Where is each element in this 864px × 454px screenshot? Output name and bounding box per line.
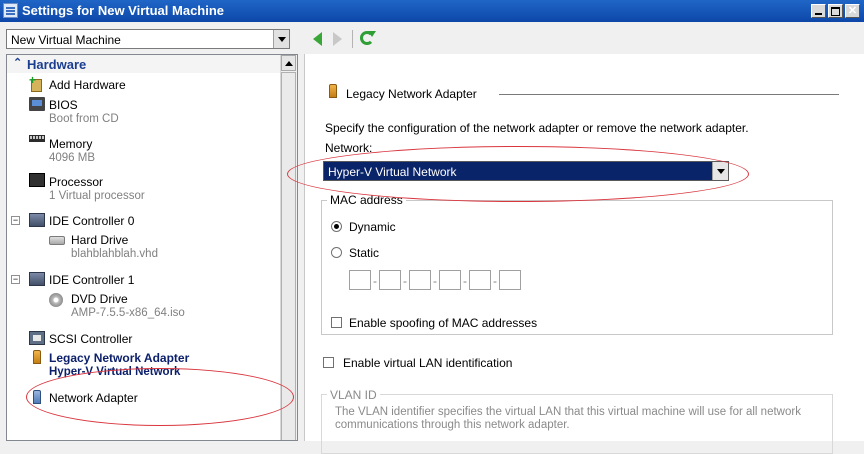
tree-item-label: Hard Drive	[71, 233, 129, 247]
tree-item-scsi-controller[interactable]: SCSI Controller	[49, 332, 132, 346]
mac-static-radio[interactable]	[331, 247, 342, 258]
tree-item-label: Legacy Network Adapter	[49, 351, 190, 365]
collapse-ide1-icon[interactable]: −	[11, 275, 20, 284]
collapse-ide0-icon[interactable]: −	[11, 216, 20, 225]
close-button[interactable]: ✕	[845, 4, 860, 18]
scroll-up-button[interactable]	[281, 55, 296, 71]
memory-icon	[29, 135, 45, 142]
window-controls: ✕	[811, 4, 860, 18]
tree-item-label: IDE Controller 1	[49, 273, 135, 287]
vlan-id-group-title: VLAN ID	[327, 388, 380, 402]
forward-arrow-icon[interactable]	[333, 32, 342, 46]
mac-static-label: Static	[349, 246, 380, 260]
mac-separator: -	[403, 274, 407, 288]
mac-octet-3-input[interactable]	[409, 270, 431, 290]
mac-spoofing-label: Enable spoofing of MAC addresses	[349, 316, 538, 330]
tree-item-label: Memory	[49, 137, 93, 151]
toolbar-separator	[352, 30, 353, 48]
scsi-controller-icon	[29, 331, 45, 345]
tree-item-label: IDE Controller 0	[49, 214, 135, 228]
hardware-section-header[interactable]: ⌃ Hardware	[7, 55, 281, 73]
tree-item-dvd-drive[interactable]: DVD Drive AMP-7.5.5-x86_64.iso	[71, 292, 185, 319]
add-hardware-icon	[29, 73, 45, 92]
tree-item-sublabel: Boot from CD	[49, 113, 119, 125]
vlan-enable-label: Enable virtual LAN identification	[343, 356, 513, 370]
minimize-button[interactable]	[811, 4, 826, 18]
mac-dynamic-radio[interactable]	[331, 221, 342, 232]
vlan-enable-checkbox[interactable]	[323, 357, 334, 368]
mac-octet-2-input[interactable]	[379, 270, 401, 290]
processor-icon	[29, 173, 45, 187]
mac-spoofing-checkbox[interactable]	[331, 317, 342, 328]
tree-item-sublabel: AMP-7.5.5-x86_64.iso	[71, 307, 185, 319]
maximize-button[interactable]	[828, 4, 843, 18]
tree-item-sublabel: 1 Virtual processor	[49, 190, 145, 202]
refresh-icon[interactable]	[360, 31, 376, 45]
tree-item-label: BIOS	[49, 98, 78, 112]
tree-item-bios[interactable]: BIOS Boot from CD	[49, 98, 119, 125]
tree-item-add-hardware[interactable]: Add Hardware	[49, 78, 126, 92]
section-title: Legacy Network Adapter	[346, 87, 477, 101]
mac-octet-5-input[interactable]	[469, 270, 491, 290]
legacy-network-adapter-icon	[329, 84, 337, 98]
tree-item-processor[interactable]: Processor 1 Virtual processor	[49, 175, 145, 202]
window-title-bar[interactable]: Settings for New Virtual Machine ✕	[0, 0, 864, 22]
tree-item-label: Add Hardware	[49, 78, 126, 92]
tree-item-sublabel: 4096 MB	[49, 152, 96, 164]
tree-item-ide-controller-0[interactable]: IDE Controller 0	[49, 214, 134, 228]
settings-app-icon	[3, 3, 18, 18]
bios-icon	[29, 97, 45, 111]
settings-panel: Legacy Network Adapter Specify the confi…	[304, 54, 864, 454]
mac-dynamic-label: Dynamic	[349, 220, 396, 234]
back-arrow-icon[interactable]	[313, 32, 322, 46]
tree-item-label: DVD Drive	[71, 292, 128, 306]
tree-item-label: Processor	[49, 175, 104, 189]
tree-item-hard-drive[interactable]: Hard Drive blahblahblah.vhd	[71, 233, 158, 260]
dvd-drive-icon	[49, 293, 63, 307]
ide-controller-icon	[29, 213, 45, 227]
tree-item-sublabel: blahblahblah.vhd	[71, 248, 158, 260]
tree-item-memory[interactable]: Memory 4096 MB	[49, 137, 95, 164]
hardware-label: Hardware	[27, 57, 87, 72]
ide-controller-icon	[29, 272, 45, 286]
vlan-description: The VLAN identifier specifies the virtua…	[335, 406, 801, 431]
tree-item-ide-controller-1[interactable]: IDE Controller 1	[49, 273, 134, 287]
annotation-ellipse-legacy-adapter	[26, 368, 294, 426]
mac-separator: -	[433, 274, 437, 288]
section-description: Specify the configuration of the network…	[325, 121, 749, 135]
chevron-down-icon[interactable]	[273, 30, 289, 48]
tree-item-label: SCSI Controller	[49, 332, 133, 346]
mac-octet-6-input[interactable]	[499, 270, 521, 290]
mac-separator: -	[493, 274, 497, 288]
vm-selector-dropdown[interactable]: New Virtual Machine	[6, 29, 290, 49]
legacy-network-adapter-icon	[33, 350, 41, 364]
mac-separator: -	[373, 274, 377, 288]
hard-drive-icon	[49, 236, 65, 245]
mac-separator: -	[463, 274, 467, 288]
annotation-ellipse-network	[287, 146, 749, 202]
vm-selector-value: New Virtual Machine	[11, 33, 121, 47]
mac-octet-4-input[interactable]	[439, 270, 461, 290]
tree-scrollbar[interactable]	[280, 55, 297, 440]
mac-octet-1-input[interactable]	[349, 270, 371, 290]
mac-address-group	[321, 200, 833, 335]
window-title: Settings for New Virtual Machine	[22, 3, 225, 18]
section-divider	[499, 94, 839, 95]
collapse-chevron-icon[interactable]: ⌃	[13, 56, 22, 69]
